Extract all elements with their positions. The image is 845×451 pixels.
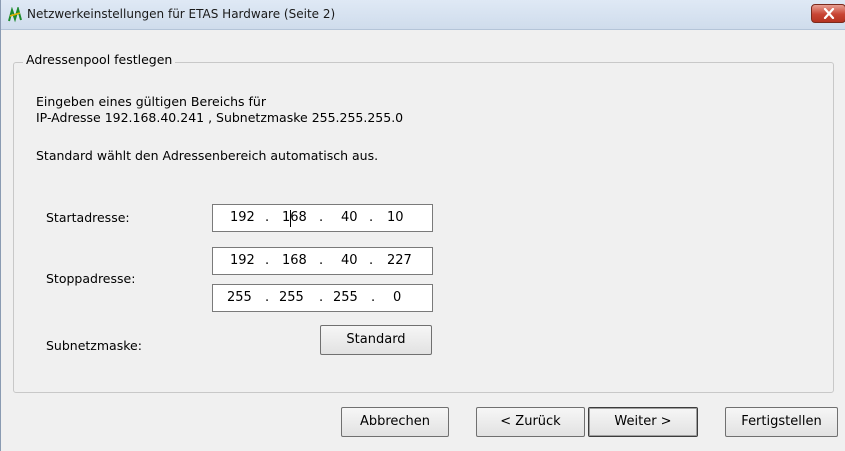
octet-2: 168 [282,253,307,268]
octet-separator: . [265,253,270,268]
octet-4: 227 [387,253,412,268]
octet-separator: . [265,290,270,305]
finish-button[interactable]: Fertigstellen [725,407,838,437]
info-text-line1: Eingeben eines gültigen Bereichs für [36,94,266,109]
stop-address-input[interactable]: 192 . 168 . 40 . 227 [212,247,433,275]
start-address-input[interactable]: 192 . 168 . 40 . 10 [212,204,433,232]
octet-separator: . [319,290,324,305]
close-button[interactable] [811,4,845,23]
subnet-mask-input[interactable]: 255 . 255 . 255 . 0 [212,284,433,312]
octet-separator: . [265,210,270,225]
octet-1: 192 [230,210,255,225]
subnet-mask-label: Subnetzmaske: [46,338,142,353]
octet-separator: . [369,253,374,268]
octet-3: 40 [341,253,358,268]
window-title: Netzwerkeinstellungen für ETAS Hardware … [27,7,336,21]
octet-4: 10 [387,210,404,225]
octet-1: 255 [227,290,252,305]
stop-address-label: Stoppadresse: [46,271,136,286]
octet-3: 255 [333,290,358,305]
dialog-window: Netzwerkeinstellungen für ETAS Hardware … [0,0,845,451]
octet-2: 168 [282,210,307,225]
octet-separator: . [371,290,376,305]
standard-button[interactable]: Standard [320,325,432,355]
octet-separator: . [319,210,324,225]
octet-2: 255 [279,290,304,305]
etas-hardware-icon [7,5,23,23]
title-bar[interactable]: Netzwerkeinstellungen für ETAS Hardware … [1,0,845,30]
cancel-button[interactable]: Abbrechen [341,407,449,437]
octet-1: 192 [230,253,255,268]
back-button[interactable]: < Zurück [476,407,585,437]
next-button[interactable]: Weiter > [588,407,698,437]
octet-separator: . [369,210,374,225]
octet-separator: . [319,253,324,268]
close-icon [823,8,835,19]
info-text-line2: IP-Adresse 192.168.40.241 , Subnetzmaske… [36,110,404,125]
group-legend: Adressenpool festlegen [23,52,176,67]
start-address-label: Startadresse: [46,210,130,225]
octet-3: 40 [341,210,358,225]
info-text-line3: Standard wählt den Adressenbereich autom… [36,148,379,163]
text-caret [290,210,291,227]
octet-4: 0 [393,290,402,305]
